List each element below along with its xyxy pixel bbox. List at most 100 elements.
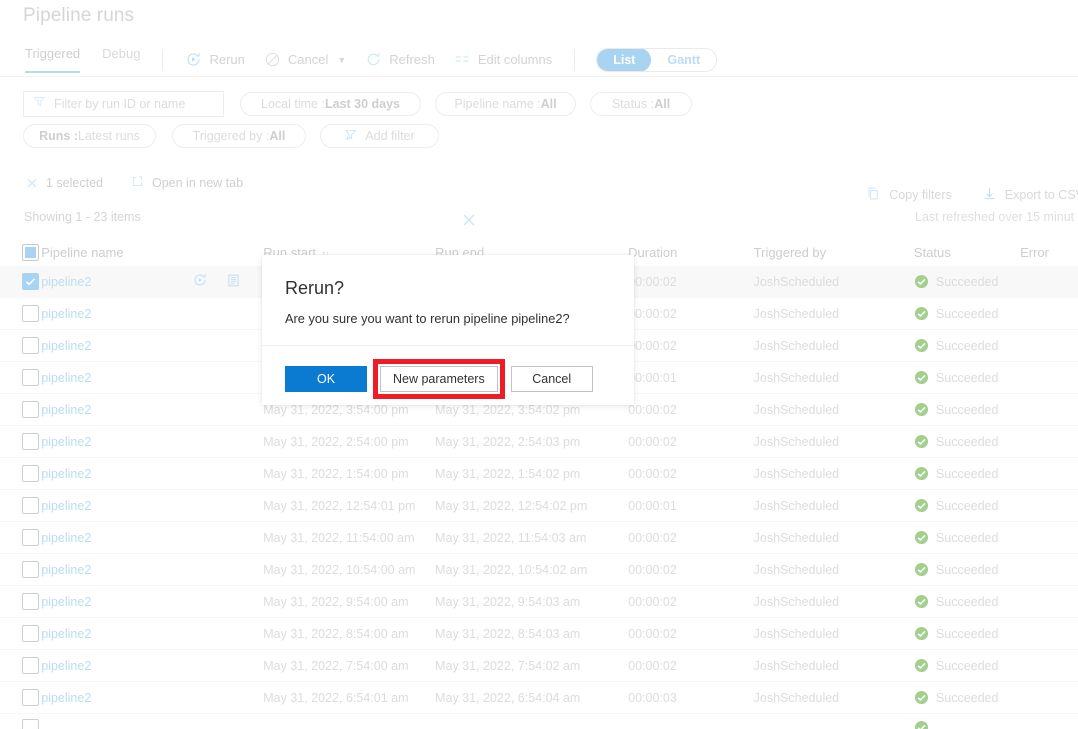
row-run-start: May 31, 2022, 10:54:00 am <box>263 563 435 577</box>
column-header-status[interactable]: Status <box>914 245 1020 260</box>
filter-pill-pipeline-name[interactable]: Pipeline name : All <box>435 92 576 116</box>
select-all-checkbox[interactable] <box>0 244 41 261</box>
column-header-pipeline-name[interactable]: Pipeline name <box>41 245 263 260</box>
status-success-icon <box>914 720 929 729</box>
pipeline-name-link[interactable]: pipeline2 <box>41 467 91 481</box>
row-checkbox[interactable] <box>0 401 41 418</box>
pipeline-name-link[interactable]: pipeline2 <box>41 435 91 449</box>
ok-button[interactable]: OK <box>285 366 367 392</box>
row-checkbox[interactable] <box>0 625 41 642</box>
row-rerun-icon[interactable] <box>192 272 208 291</box>
row-consumption-icon[interactable] <box>226 273 241 291</box>
filter-pill-triggered-by[interactable]: Triggered by : All <box>172 124 306 148</box>
table-row[interactable]: pipeline2May 31, 2022, 1:54:00 pmMay 31,… <box>0 458 1078 490</box>
pipeline-name-link[interactable]: pipeline2 <box>41 563 91 577</box>
row-run-end: May 31, 2022, 8:54:03 am <box>435 627 628 641</box>
row-checkbox[interactable] <box>0 529 41 546</box>
view-toggle-gantt-label: Gantt <box>667 53 700 67</box>
row-pipeline-name-cell: pipeline2 <box>41 435 263 449</box>
pipeline-name-link[interactable]: pipeline2 <box>41 691 91 705</box>
cancel-dialog-button[interactable]: Cancel <box>511 366 593 392</box>
row-duration: 00:00:02 <box>628 275 754 289</box>
filter-pill-triggered-by-label: Triggered by : <box>193 129 270 143</box>
row-run-start: May 31, 2022, 1:54:00 pm <box>263 467 435 481</box>
open-in-new-tab-button[interactable]: Open in new tab <box>131 175 243 191</box>
row-checkbox[interactable] <box>0 433 41 450</box>
pipeline-name-link[interactable]: pipeline2 <box>41 499 91 513</box>
tab-debug[interactable]: Debug <box>102 46 140 73</box>
row-run-end: May 31, 2022, 11:54:03 am <box>435 531 628 545</box>
row-checkbox[interactable] <box>0 337 41 354</box>
tab-triggered-label: Triggered <box>25 46 80 61</box>
row-pipeline-name-cell: pipeline2 <box>41 595 263 609</box>
status-success-icon <box>914 466 929 481</box>
row-duration: 00:00:02 <box>628 531 754 545</box>
pipeline-name-link[interactable]: pipeline2 <box>41 307 91 321</box>
edit-columns-button[interactable]: Edit columns <box>454 51 552 68</box>
cancel-button[interactable]: Cancel ▼ <box>264 51 346 68</box>
pipeline-name-link[interactable]: pipeline2 <box>41 403 91 417</box>
row-run-end: May 31, 2022, 9:54:03 am <box>435 595 628 609</box>
row-checkbox[interactable] <box>0 273 41 290</box>
row-status: Succeeded <box>914 530 1020 545</box>
clear-filters-button[interactable] <box>461 212 477 228</box>
row-run-start: May 31, 2022, 7:54:00 am <box>263 659 435 673</box>
filter-pill-runs[interactable]: Runs : Latest runs <box>23 124 156 148</box>
pipeline-name-link[interactable]: pipeline2 <box>41 371 91 385</box>
row-pipeline-name-cell: pipeline2 <box>41 627 263 641</box>
table-row[interactable] <box>0 714 1078 729</box>
pipeline-name-link[interactable]: pipeline2 <box>41 339 91 353</box>
row-status: Succeeded <box>914 274 1020 289</box>
row-checkbox[interactable] <box>0 369 41 386</box>
rerun-button[interactable]: Rerun <box>185 51 244 68</box>
row-checkbox[interactable] <box>0 689 41 706</box>
row-checkbox[interactable] <box>0 657 41 674</box>
table-row[interactable]: pipeline2May 31, 2022, 9:54:00 amMay 31,… <box>0 586 1078 618</box>
table-row[interactable]: pipeline2May 31, 2022, 7:54:00 amMay 31,… <box>0 650 1078 682</box>
column-header-triggered-by[interactable]: Triggered by <box>754 245 914 260</box>
view-toggle-gantt[interactable]: Gantt <box>651 48 716 72</box>
search-box[interactable]: Filter by run ID or name <box>23 91 224 117</box>
row-checkbox[interactable] <box>0 719 41 729</box>
add-filter-button[interactable]: Add filter <box>320 124 439 148</box>
filter-icon <box>33 95 46 113</box>
refresh-icon <box>365 51 382 68</box>
filter-pill-status-label: Status : <box>612 97 654 111</box>
tab-triggered[interactable]: Triggered <box>25 46 80 73</box>
rerun-confirmation-dialog: Rerun? Are you sure you want to rerun pi… <box>262 255 634 405</box>
row-checkbox[interactable] <box>0 305 41 322</box>
row-pipeline-name-cell: pipeline2 <box>41 467 263 481</box>
new-parameters-button[interactable]: New parameters <box>380 366 498 392</box>
column-header-error[interactable]: Error <box>1020 245 1078 260</box>
table-row[interactable]: pipeline2May 31, 2022, 12:54:01 pmMay 31… <box>0 490 1078 522</box>
pipeline-name-link[interactable]: pipeline2 <box>41 595 91 609</box>
column-header-duration[interactable]: Duration <box>628 245 754 260</box>
pipeline-name-link[interactable]: pipeline2 <box>41 275 91 289</box>
add-filter-icon <box>344 128 358 145</box>
table-row[interactable]: pipeline2May 31, 2022, 2:54:00 pmMay 31,… <box>0 426 1078 458</box>
table-row[interactable]: pipeline2May 31, 2022, 11:54:00 amMay 31… <box>0 522 1078 554</box>
pipeline-name-link[interactable]: pipeline2 <box>41 531 91 545</box>
edit-columns-label: Edit columns <box>478 52 552 67</box>
clear-selection-button[interactable]: 1 selected <box>26 176 103 190</box>
table-row[interactable]: pipeline2May 31, 2022, 6:54:01 amMay 31,… <box>0 682 1078 714</box>
row-checkbox[interactable] <box>0 593 41 610</box>
filter-pill-status[interactable]: Status : All <box>590 92 692 116</box>
status-success-icon <box>914 658 929 673</box>
pipeline-name-link[interactable]: pipeline2 <box>41 659 91 673</box>
refresh-button[interactable]: Refresh <box>365 51 435 68</box>
filter-pill-local-time[interactable]: Local time : Last 30 days <box>240 92 421 116</box>
row-checkbox[interactable] <box>0 465 41 482</box>
close-icon <box>26 177 38 189</box>
row-status-label: Succeeded <box>936 595 999 609</box>
search-input[interactable]: Filter by run ID or name <box>54 97 185 111</box>
row-checkbox[interactable] <box>0 561 41 578</box>
table-row[interactable]: pipeline2May 31, 2022, 8:54:00 amMay 31,… <box>0 618 1078 650</box>
table-row[interactable]: pipeline2May 31, 2022, 10:54:00 amMay 31… <box>0 554 1078 586</box>
row-checkbox[interactable] <box>0 497 41 514</box>
filter-pill-runs-value: Latest runs <box>78 129 140 143</box>
view-toggle-list[interactable]: List <box>597 48 651 72</box>
pipeline-name-link[interactable]: pipeline2 <box>41 627 91 641</box>
toolbar-divider-2 <box>574 49 575 71</box>
row-run-end: May 31, 2022, 2:54:03 pm <box>435 435 628 449</box>
